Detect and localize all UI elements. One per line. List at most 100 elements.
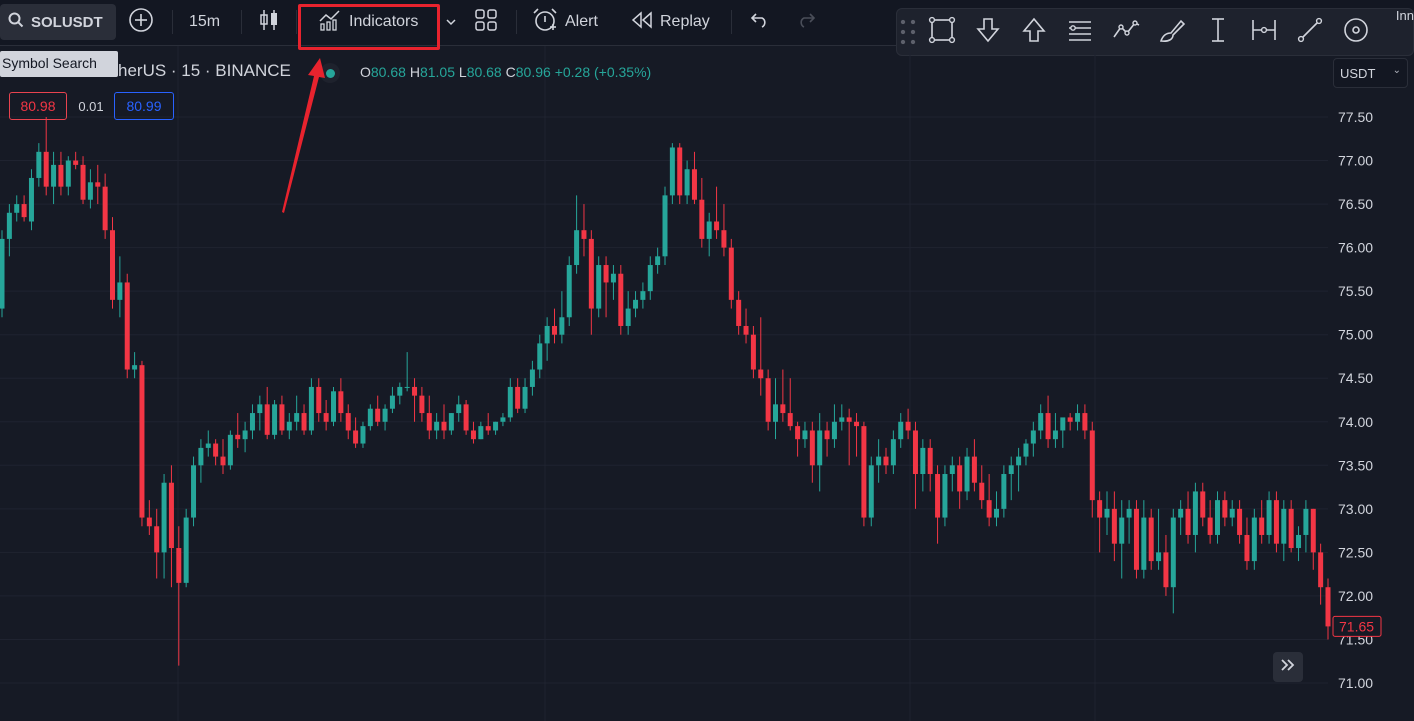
candle-body [927,447,933,475]
candle [1089,421,1095,518]
candle [360,421,366,448]
candle [1045,395,1051,448]
sell-price-button[interactable]: 80.98 [9,92,67,120]
rectangle-icon [927,15,957,50]
low-key: L [458,64,467,80]
candle-body [14,204,20,213]
candle [1273,491,1279,553]
candle [0,230,5,318]
replay-button[interactable]: Replay [631,4,710,40]
candle-body [1082,413,1088,431]
candle-body [552,325,557,335]
candle [596,256,602,318]
candle [552,308,557,344]
candle-body [65,160,71,187]
candle-body [73,160,79,165]
candle-body [0,238,5,309]
candle [1170,508,1176,614]
candle-body [353,430,359,444]
candle-body [1318,552,1324,588]
candle [1067,413,1073,431]
candle [699,177,705,248]
undo-button[interactable] [749,4,769,40]
candle [706,212,712,257]
candle-body [765,378,771,422]
candle-body [441,421,447,431]
candle [227,430,233,470]
candle-body [345,413,351,431]
arrow-up-icon [1019,15,1049,50]
candle-body [1281,508,1287,544]
candle-body [802,430,808,440]
candle [1310,508,1316,570]
wave-icon [1111,15,1141,50]
candle-body [485,426,491,431]
candle-body [1104,508,1110,518]
candle [500,413,506,427]
alert-button[interactable]: Alert [532,4,598,40]
price-tick-label: 71.00 [1338,675,1373,691]
candle [662,186,668,266]
candle [927,439,933,492]
candle-body [1075,413,1081,422]
candle [441,404,447,440]
divider [516,10,517,34]
candle-body [1229,508,1235,518]
candle [780,369,786,422]
candle-body [434,421,440,431]
indicators-highlight-box [298,4,440,50]
chart-type-button[interactable] [258,4,280,40]
candle [1163,534,1169,596]
candle [566,256,572,326]
candle [868,456,874,527]
candle [154,508,160,579]
candle-body [574,230,580,266]
candle-body [633,299,639,309]
candle-body [183,517,189,583]
candle [36,143,42,187]
candle [765,369,771,431]
candle [537,334,543,379]
candle-body [191,465,197,518]
candle-body [51,164,57,187]
candle [117,256,123,318]
candle [6,204,12,257]
divider [731,10,732,34]
candle-body [1148,517,1154,562]
candle [1038,404,1044,440]
candle [890,430,896,475]
currency-select[interactable]: USDT ⌄ [1333,58,1408,88]
symbol-search-button[interactable]: SOLUSDT [0,4,116,40]
candle-body [331,391,336,422]
candle [610,265,616,300]
redo-button[interactable] [797,4,817,40]
candle-body [28,177,34,222]
candle-body [1207,517,1213,535]
candle-body [367,408,373,427]
candle [382,404,388,431]
replay-icon [631,10,653,34]
scroll-to-realtime-button[interactable] [1273,652,1303,682]
candle-body [662,195,668,257]
candle [1200,482,1206,527]
candle-body [43,151,49,187]
candle-body [176,548,182,583]
candle [1133,500,1139,579]
compare-button[interactable] [128,4,154,40]
candle [95,164,101,205]
legend-symbol[interactable]: herUS · 15 · BINANCE [118,61,291,81]
candle [846,408,852,466]
layout-button[interactable] [475,4,497,40]
price-chart[interactable]: 77.50 77.00 76.50 76.00 75.50 75.00 74.50 74.00… [0,46,1414,721]
candle [191,456,197,527]
open-value: 80.68 [370,64,406,80]
interval-button[interactable]: 15m [189,4,220,40]
candle-body [301,413,307,431]
alert-label: Alert [565,13,598,30]
candle [161,474,167,579]
indicators-menu-button[interactable] [446,4,456,40]
candle-body [1052,430,1058,440]
buy-price-button[interactable]: 80.99 [114,92,174,120]
candle-body [264,404,270,435]
candle-body [1067,417,1073,422]
